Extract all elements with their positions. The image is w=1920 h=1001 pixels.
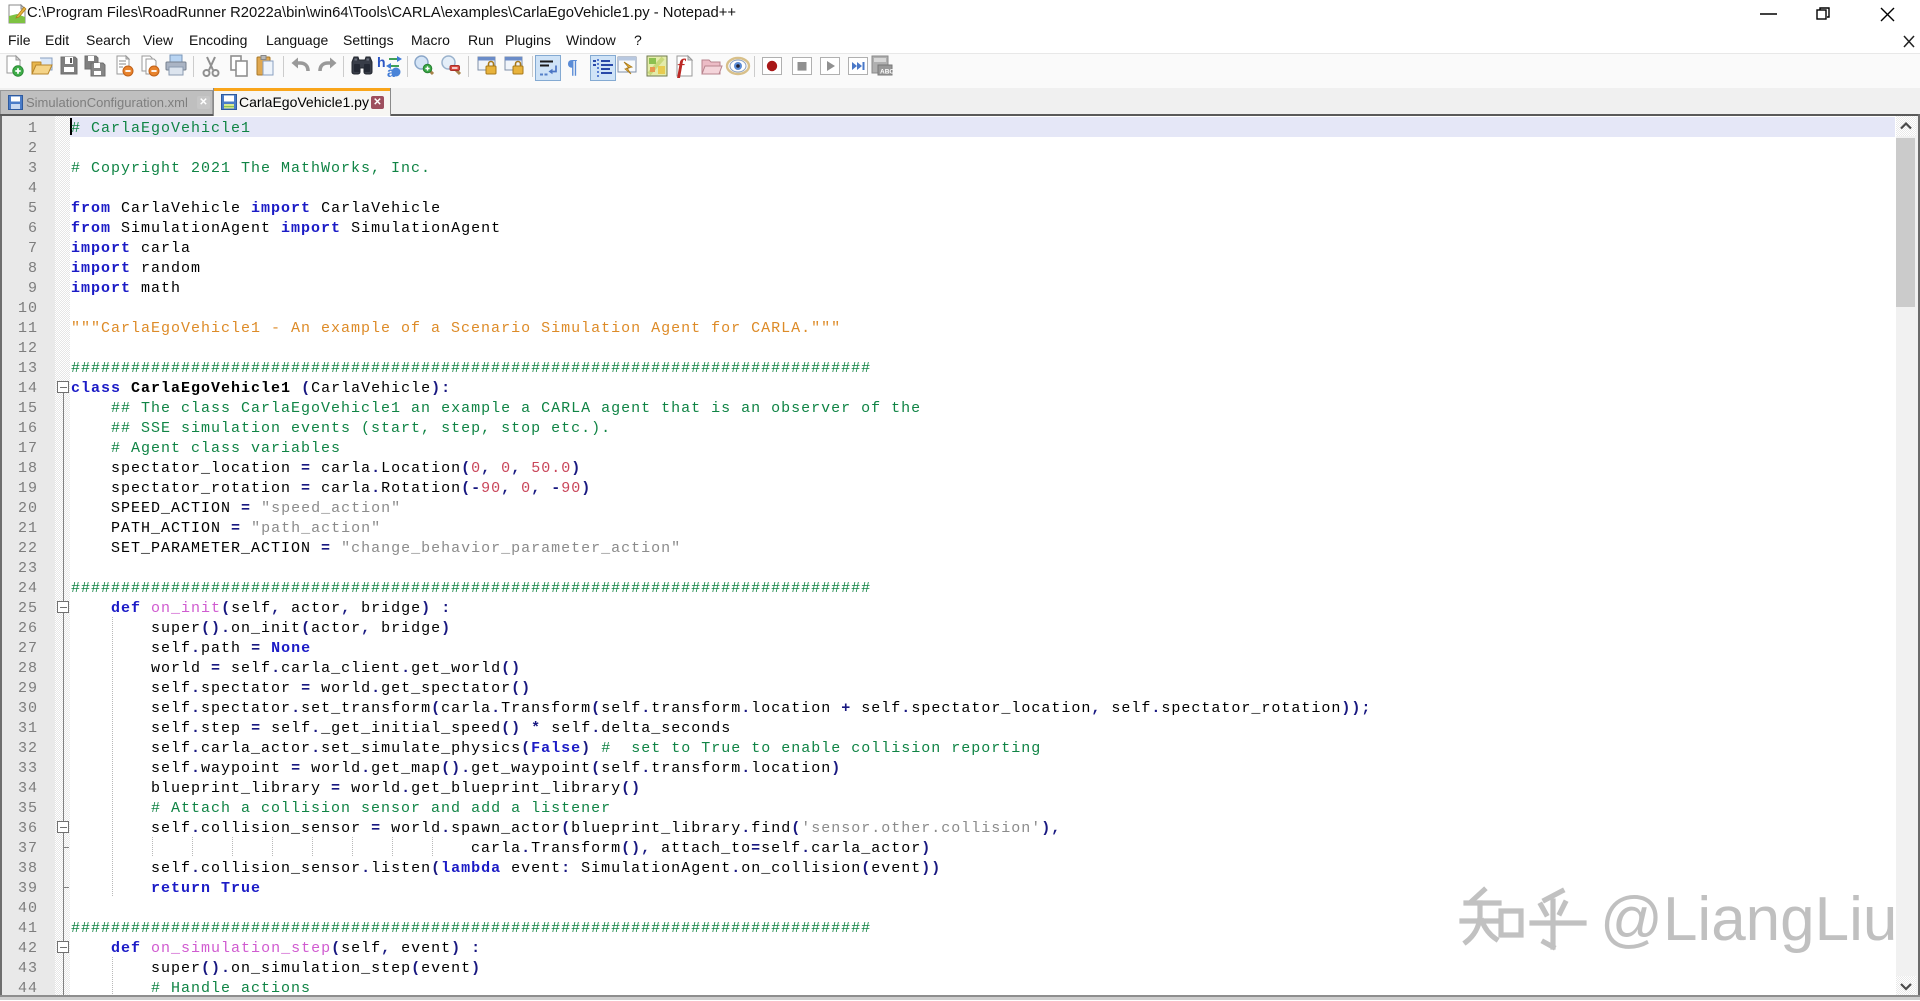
svg-text:¶: ¶: [567, 56, 578, 78]
svg-text:h: h: [377, 54, 386, 70]
svg-text:ABC: ABC: [880, 69, 894, 76]
